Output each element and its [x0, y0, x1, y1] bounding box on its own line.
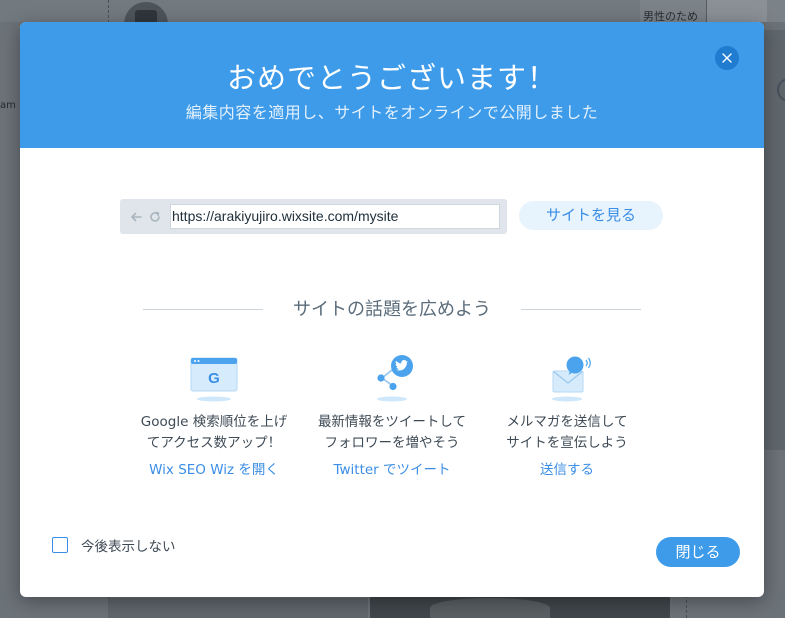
feature-twitter-desc: 最新情報をツイートして フォロワーを増やそう [302, 412, 482, 454]
close-icon [722, 53, 732, 63]
feature-email-desc: メルマガを送信して サイトを宣伝しよう [477, 412, 657, 454]
feature-twitter-desc-line1: 最新情報をツイートして [317, 414, 467, 430]
twitter-share-icon [377, 355, 413, 402]
background-strip [108, 598, 368, 618]
svg-text:G: G [208, 370, 220, 387]
feature-email-desc-line1: メルマガを送信して [506, 414, 628, 430]
dont-show-again-label: 今後表示しない [81, 539, 176, 555]
site-url-field[interactable]: https://arakiyujiro.wixsite.com/mysite [170, 204, 500, 229]
google-seo-icon: G [190, 357, 238, 402]
dialog-header: おめでとうございます！ 編集内容を適用し、サイトをオンラインで公開しました [20, 22, 764, 148]
feature-twitter: 最新情報をツイートして フォロワーを増やそう Twitter でツイート [302, 352, 482, 478]
background-right-box [706, 0, 767, 22]
dont-show-again-checkbox[interactable] [52, 537, 68, 553]
background-photo-detail [430, 598, 550, 618]
view-site-button[interactable]: サイトを見る [519, 201, 663, 230]
close-button[interactable] [715, 46, 739, 70]
background-guide-line-2 [686, 595, 687, 618]
publish-success-dialog: おめでとうございます！ 編集内容を適用し、サイトをオンラインで公開しました ht… [20, 22, 764, 597]
dont-show-again-option[interactable]: 今後表示しない [52, 535, 176, 555]
tweet-link[interactable]: Twitter でツイート [302, 458, 482, 478]
feature-seo: G Google 検索順位を上げ てアクセス数アップ！ Wix SEO Wiz … [124, 352, 304, 478]
refresh-icon [150, 211, 160, 222]
feature-email-desc-line2: サイトを宣伝しよう [506, 435, 628, 451]
close-dialog-button[interactable]: 閉じる [656, 537, 740, 567]
dialog-subtitle: 編集内容を適用し、サイトをオンラインで公開しました [185, 103, 599, 122]
feature-twitter-desc-line2: フォロワーを増やそう [324, 435, 460, 451]
feature-seo-desc-line1: Google 検索順位を上げ [140, 414, 288, 430]
email-newsletter-icon [552, 356, 591, 402]
seo-wiz-link[interactable]: Wix SEO Wiz を開く [124, 458, 304, 478]
dialog-title: おめでとうございます！ [226, 61, 557, 95]
back-arrow-icon [131, 212, 142, 222]
background-left-text: am [0, 100, 16, 111]
site-url-bar: https://arakiyujiro.wixsite.com/mysite [120, 199, 507, 234]
feature-seo-desc-line2: てアクセス数アップ！ [146, 435, 282, 451]
share-heading: サイトの話題を広めよう [293, 299, 491, 320]
feature-seo-desc: Google 検索順位を上げ てアクセス数アップ！ [124, 412, 304, 454]
feature-email: メルマガを送信して サイトを宣伝しよう 送信する [477, 352, 657, 478]
send-newsletter-link[interactable]: 送信する [477, 458, 657, 478]
